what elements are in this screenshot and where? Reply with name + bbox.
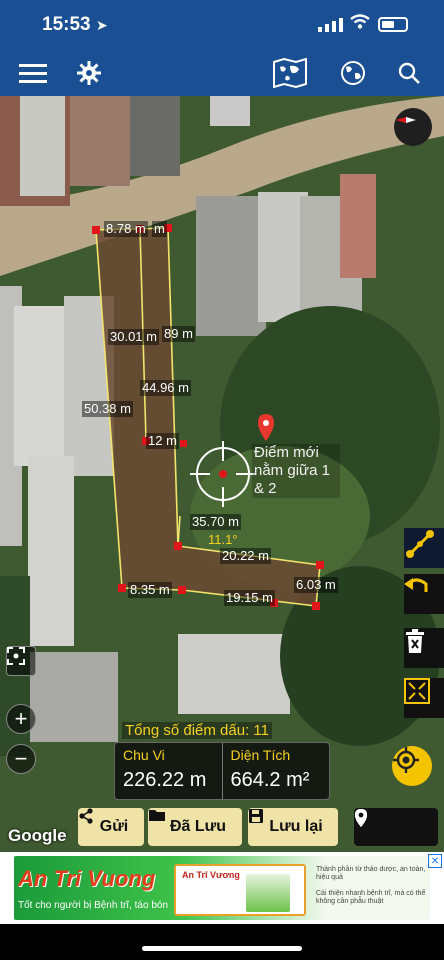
measurement-label: 89 m	[162, 326, 195, 342]
product-tube	[246, 874, 290, 912]
perimeter-cell: Chu Vi 226.22 m	[115, 743, 222, 799]
search-icon[interactable]	[392, 56, 426, 90]
measurement-label: 44.96 m	[140, 380, 191, 396]
area-value: 664.2 m²	[230, 769, 310, 791]
markers-button[interactable]	[354, 808, 438, 846]
saved-button[interactable]: Đã Lưu	[148, 808, 242, 846]
world-map-icon[interactable]	[270, 56, 310, 90]
measurement-label: 20.22 m	[220, 548, 271, 564]
ad-banner[interactable]: An Tri Vuong Tốt cho người bị Bệnh trĩ, …	[0, 852, 444, 924]
saved-label: Đã Lưu	[169, 818, 227, 835]
area-label: Diện Tích	[230, 747, 291, 763]
measurement-label: 8.78 m	[104, 221, 148, 237]
ad-content[interactable]: An Tri Vuong Tốt cho người bị Bệnh trĩ, …	[14, 856, 430, 920]
home-indicator	[142, 946, 302, 951]
zoom-out-button[interactable]: −	[6, 744, 36, 774]
angle-label: 11.1°	[208, 532, 238, 547]
pin-label: Điểm mới nằm giữa 1 & 2	[252, 444, 340, 498]
save-button[interactable]: Lưu lại	[248, 808, 338, 846]
gear-icon[interactable]	[72, 56, 106, 90]
undo-icon[interactable]	[404, 574, 444, 614]
zoom-in-button[interactable]: +	[6, 704, 36, 734]
measurement-label: 12 m	[146, 433, 179, 449]
delete-icon[interactable]	[404, 628, 444, 668]
battery-icon	[378, 17, 408, 32]
wifi-icon	[350, 14, 370, 29]
summary-panel: Chu Vi 226.22 m Diện Tích 664.2 m²	[114, 742, 330, 800]
send-button[interactable]: Gửi	[78, 808, 144, 846]
save-label: Lưu lại	[269, 818, 323, 835]
package-title: An Trĩ Vương	[182, 870, 240, 880]
product-image: An Trĩ Vương	[174, 864, 306, 916]
expand-icon[interactable]	[404, 678, 444, 718]
menu-icon[interactable]	[16, 56, 50, 90]
perimeter-value: 226.22 m	[123, 769, 207, 791]
compass-icon[interactable]	[394, 108, 432, 146]
google-logo: Google	[8, 826, 67, 845]
locate-icon[interactable]	[392, 746, 432, 786]
measurement-label: 6.03 m	[294, 577, 338, 593]
ad-bullet: Thành phần từ thảo dược, an toàn, hiệu q…	[316, 866, 426, 881]
send-label: Gửi	[99, 818, 129, 835]
toolbar	[0, 50, 444, 96]
measurement-label: 30.01 m	[108, 329, 159, 345]
measurement-label: m	[152, 221, 167, 237]
measurement-label: 19.15 m	[224, 590, 275, 606]
satellite-map[interactable]: 8.78 m m 30.01 m 89 m 44.96 m 50.38 m 12…	[0, 96, 444, 852]
perimeter-label: Chu Vi	[123, 747, 165, 763]
ad-bullet: Cải thiện nhanh bệnh trĩ, mà có thể khôn…	[316, 890, 426, 905]
fullscreen-icon[interactable]	[6, 646, 36, 676]
area-cell: Diện Tích 664.2 m²	[221, 743, 330, 799]
ad-brand: An Tri Vuong	[18, 866, 156, 891]
location-arrow-icon: ➤	[96, 17, 108, 33]
cellular-signal-icon	[318, 18, 343, 32]
measurement-label: 8.35 m	[128, 582, 172, 598]
points-count: Tổng số điểm dấu: 11	[122, 722, 272, 739]
ad-slogan: Tốt cho người bị Bệnh trĩ, táo bón	[18, 900, 169, 911]
status-bar: 15:53 ➤	[0, 0, 444, 50]
globe-icon[interactable]	[336, 56, 370, 90]
measurement-label: 35.70 m	[190, 514, 241, 530]
status-time: 15:53	[42, 14, 91, 35]
measurement-label: 50.38 m	[82, 401, 133, 417]
measure-line-button[interactable]	[404, 528, 444, 568]
ad-close-icon[interactable]: ✕	[428, 854, 442, 868]
